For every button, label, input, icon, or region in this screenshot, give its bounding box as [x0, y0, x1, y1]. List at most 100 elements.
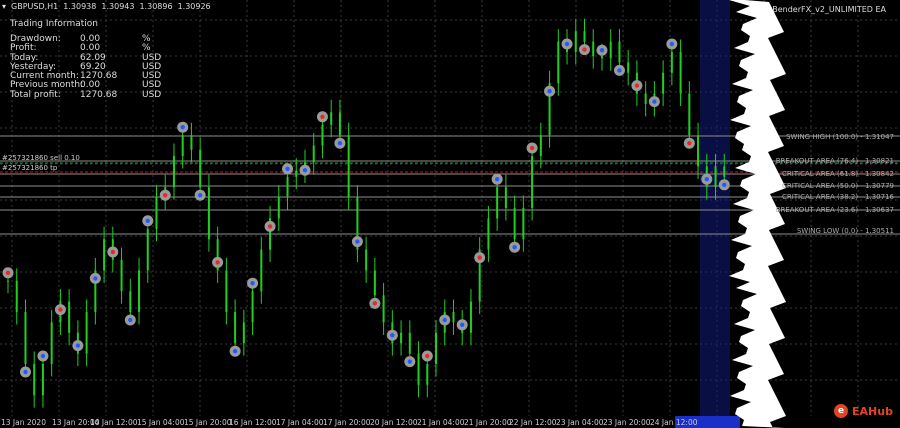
candle-body	[435, 332, 438, 364]
candle-body	[103, 239, 106, 271]
trade-marker-dot	[704, 177, 709, 182]
trade-marker-dot	[302, 168, 308, 173]
trade-marker-dot	[407, 359, 413, 364]
trade-marker-dot	[128, 317, 133, 323]
info-value: 1270.68	[80, 89, 118, 100]
candle-body	[199, 149, 202, 188]
candle-body	[531, 156, 534, 208]
candle-body	[644, 93, 647, 104]
trade-marker-dot	[23, 369, 28, 375]
candle-body	[452, 312, 455, 323]
level-label-swing-low: SWING LOW (0.0) - 1.30511	[796, 227, 894, 235]
dropdown-icon[interactable]: ▾	[2, 2, 6, 11]
trade-marker-dot	[564, 41, 570, 47]
trade-marker-dot	[652, 99, 657, 104]
trade-marker-dot	[425, 353, 430, 359]
candle-body	[513, 208, 516, 240]
level-label-critical-upper: CRITICAL AREA (61.8) - 1.30842	[781, 170, 894, 178]
trade-marker-dot	[145, 218, 150, 223]
trade-marker-dot	[232, 349, 238, 354]
session-band	[700, 0, 730, 418]
x-tick-label: 17 Jan 20:00	[323, 418, 371, 427]
candle-body	[426, 364, 429, 385]
candle-body	[41, 364, 44, 396]
candle-body	[277, 197, 280, 219]
order-label-tp[interactable]: #257321860 tp	[2, 164, 57, 172]
trade-marker-dot	[634, 83, 640, 88]
x-tick-label: 21 Jan 20:00	[464, 418, 512, 427]
candle-body	[504, 187, 507, 208]
candle-body	[207, 187, 210, 240]
x-tick-label: 22 Jan 12:00	[509, 418, 557, 427]
x-tick-label: 15 Jan 20:00	[184, 418, 232, 427]
symbol-label: GBPUSD,H1	[11, 2, 59, 11]
order-label-sell[interactable]: #257321860 sell 0.10	[2, 154, 80, 162]
trade-marker-dot	[180, 125, 185, 130]
candle-body	[155, 197, 158, 229]
candle-body	[129, 291, 132, 312]
trade-marker-dot	[529, 145, 535, 151]
candle-body	[679, 52, 682, 94]
info-unit: USD	[142, 89, 162, 100]
candle-body	[618, 41, 621, 63]
trade-marker-dot	[267, 224, 273, 229]
trade-marker-dot	[355, 239, 360, 244]
candle-body	[85, 312, 88, 354]
candle-body	[260, 249, 263, 292]
level-label-breakout-upper: BREAKOUT AREA (76.4) - 1.30821	[775, 157, 894, 165]
candle-body	[522, 208, 525, 240]
info-panel: Drawdown: 0.00% Profit: 0.00% Today: 62.09 U…	[10, 34, 170, 100]
candle-body	[138, 270, 141, 312]
candle-body	[373, 270, 376, 296]
trade-marker-dot	[285, 166, 290, 171]
ohlc-high: 1.30943	[101, 2, 135, 11]
trade-marker-dot	[250, 281, 255, 286]
trade-marker-dot	[460, 322, 465, 327]
candle-body	[574, 31, 577, 52]
x-tick-label: 24 Jan 12:00	[650, 418, 698, 427]
candle-body	[627, 62, 630, 73]
candle-body	[417, 353, 420, 385]
trade-marker-dot	[163, 193, 168, 198]
brand-text: EAHub	[852, 404, 893, 418]
candle-body	[609, 41, 612, 59]
trade-marker-dot	[372, 301, 378, 306]
trade-marker-dot	[40, 353, 46, 359]
trade-marker-dot	[58, 307, 63, 312]
trade-marker-dot	[617, 68, 622, 73]
x-tick-label: 15 Jan 04:00	[137, 418, 185, 427]
info-row-total-profit: Total profit: 1270.68 USD	[10, 89, 170, 100]
level-label-critical-mid: CRITICAL AREA (50.0) - 1.30779	[781, 182, 894, 190]
candle-body	[723, 166, 726, 177]
candle-body	[190, 135, 193, 150]
candle-body	[600, 56, 603, 59]
candle-body	[487, 218, 490, 250]
trade-marker-dot	[197, 193, 203, 198]
candle-body	[338, 112, 341, 136]
trade-marker-dot	[320, 114, 325, 120]
candle-body	[365, 249, 368, 271]
trade-marker-dot	[512, 245, 517, 250]
candle-body	[7, 280, 9, 282]
candle-body	[496, 187, 499, 219]
trade-marker-dot	[599, 48, 605, 53]
trade-marker-dot	[687, 141, 692, 146]
level-label-breakout-lower: BREAKOUT AREA (23.6) - 1.30637	[775, 206, 894, 214]
ohlc-open: 1.30938	[63, 2, 97, 11]
candle-body	[312, 145, 315, 163]
x-tick-label: 13 Jan 2020	[1, 418, 46, 427]
trade-marker-dot	[477, 255, 482, 260]
candle-body	[400, 332, 403, 344]
trade-marker-dot	[722, 182, 727, 187]
ohlc-low: 1.30896	[139, 2, 173, 11]
candle-body	[225, 270, 228, 312]
chart-header: ▾ GBPUSD,H1 1.30938 1.30943 1.30896 1.30926	[2, 2, 216, 11]
info-title: Trading Information	[10, 19, 98, 29]
brand-watermark: e EAHub	[834, 404, 893, 418]
trade-marker-dot	[5, 270, 11, 275]
brand-logo-icon: e	[834, 404, 848, 418]
candle-body	[662, 72, 665, 94]
candle-body	[24, 312, 27, 364]
candle-body	[670, 52, 673, 73]
candle-body	[181, 135, 184, 156]
